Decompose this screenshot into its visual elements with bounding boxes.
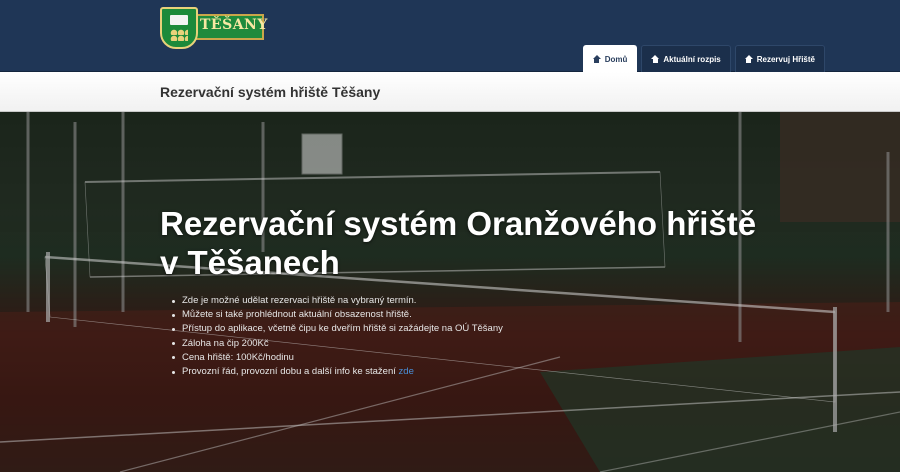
list-item: Zde je možné udělat rezervaci hřiště na … xyxy=(172,294,503,308)
hero-section: Rezervační systém Oranžového hřiště v Tě… xyxy=(0,112,900,472)
tab-label: Rezervuj Hřiště xyxy=(756,54,815,64)
list-item: Přístup do aplikace, včetně čipu ke dveř… xyxy=(172,322,503,336)
home-icon xyxy=(651,55,660,63)
download-link[interactable]: zde xyxy=(399,366,414,377)
list-item-text: Provozní řád, provozní dobu a další info… xyxy=(182,366,396,378)
home-icon xyxy=(744,55,753,63)
book-icon xyxy=(170,15,188,25)
tab-aktualni-rozpis[interactable]: Aktuální rozpis xyxy=(641,45,731,72)
tab-domu[interactable]: Domů xyxy=(582,45,638,72)
tab-label: Domů xyxy=(604,54,628,64)
hero-title-line1: Rezervační systém Oranžového hřiště xyxy=(160,205,757,242)
page-title: Rezervační systém hřiště Těšany xyxy=(160,84,381,100)
list-item: Provozní řád, provozní dobu a další info… xyxy=(172,365,503,379)
list-item: Cena hřiště: 100Kč/hodinu xyxy=(172,351,503,365)
hero-title: Rezervační systém Oranžového hřiště v Tě… xyxy=(160,204,860,282)
hero-title-line2: v Těšanech xyxy=(160,244,340,281)
court-background-image xyxy=(0,112,900,472)
coat-of-arms-icon xyxy=(160,7,198,49)
main-nav: Domů Aktuální rozpis Rezervuj Hřiště xyxy=(582,45,825,72)
grapes-icon xyxy=(170,29,188,41)
page-header: Rezervační systém hřiště Těšany xyxy=(0,72,900,112)
logo-text: TĚŠANY xyxy=(200,17,268,33)
tab-label: Aktuální rozpis xyxy=(663,54,721,64)
tab-rezervuj-hriste[interactable]: Rezervuj Hřiště xyxy=(734,45,825,72)
tesany-logo[interactable]: TĚŠANY xyxy=(160,7,267,49)
top-navbar: TĚŠANY Domů Aktuální rozpis Rezervuj Hři… xyxy=(0,0,900,72)
list-item: Můžete si také prohlédnout aktuální obsa… xyxy=(172,308,503,322)
list-item: Záloha na čip 200Kč xyxy=(172,337,503,351)
info-list: Zde je možné udělat rezervaci hřiště na … xyxy=(172,294,503,379)
home-icon xyxy=(592,55,601,63)
